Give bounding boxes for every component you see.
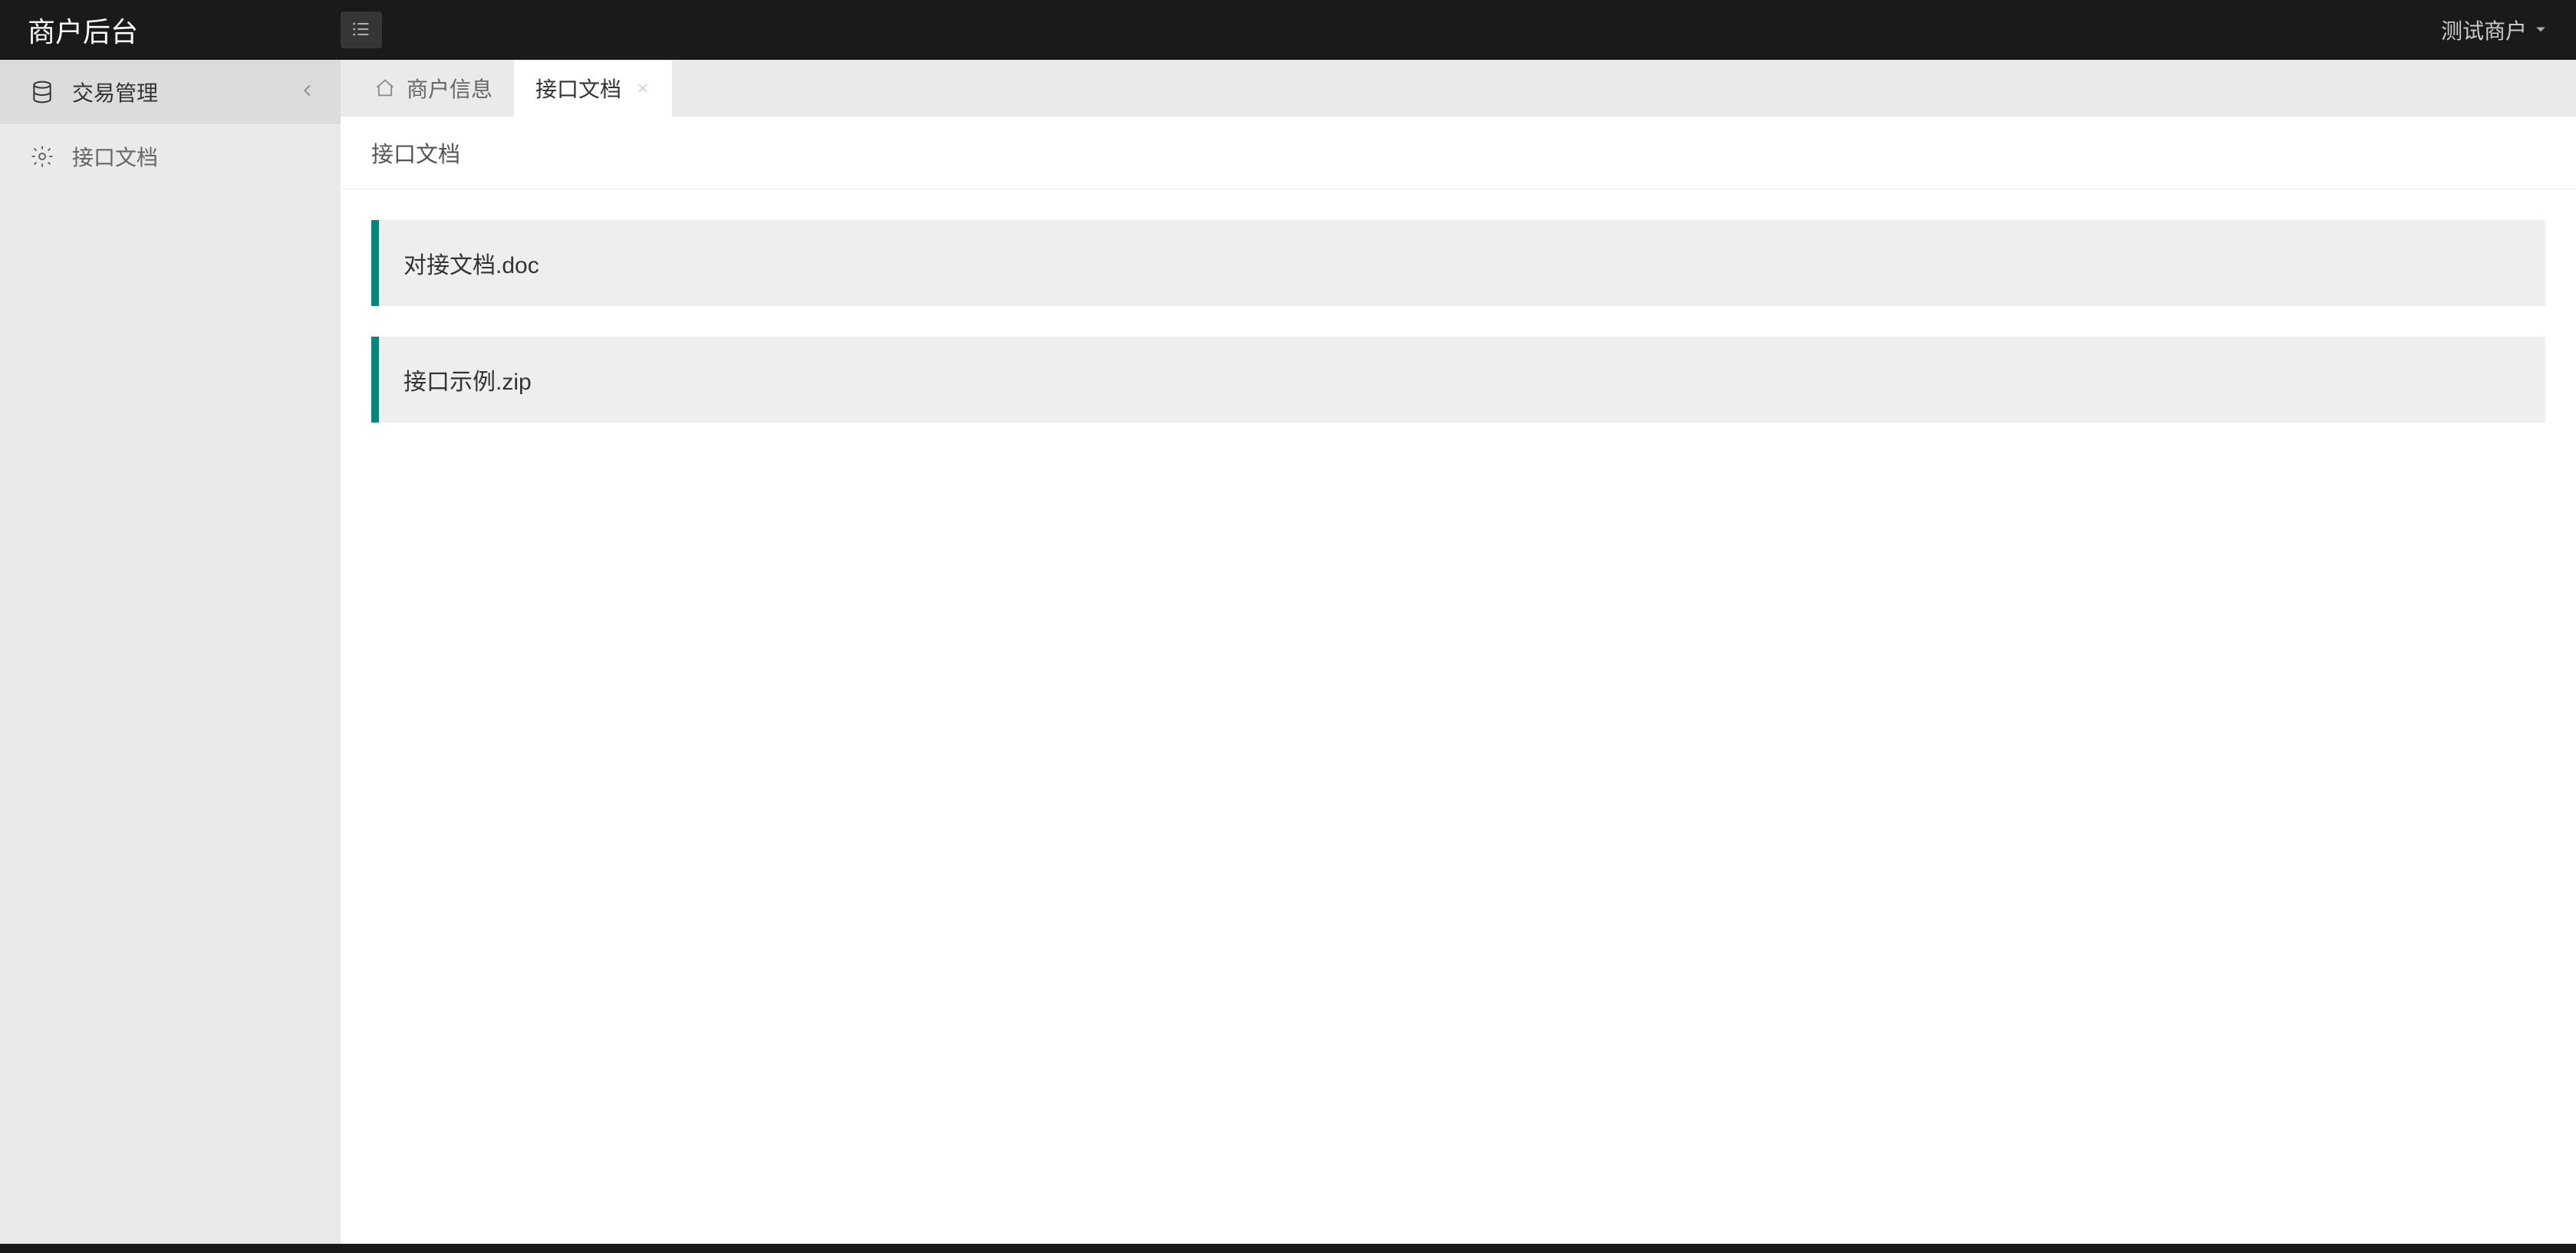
user-dropdown[interactable]: 测试商户 [2441, 15, 2548, 45]
sidebar-item-api-docs[interactable]: 接口文档 [0, 124, 341, 189]
sidebar-item-label: 接口文档 [72, 141, 316, 172]
tab-label: 商户信息 [407, 73, 492, 104]
file-item[interactable]: 对接文档.doc [371, 220, 2545, 306]
close-icon[interactable] [635, 81, 651, 96]
file-list: 对接文档.doc 接口示例.zip [341, 189, 2576, 484]
list-icon [351, 18, 372, 42]
tab-api-docs[interactable]: 接口文档 [514, 60, 672, 117]
main: 商户信息 接口文档 接口文档 对接文档.doc 接口示例.zip [341, 60, 2576, 1244]
header: 商户后台 测试商户 [0, 0, 2576, 60]
chevron-left-icon [299, 80, 316, 104]
caret-down-icon [2527, 18, 2548, 42]
sidebar-item-label: 交易管理 [72, 77, 299, 107]
file-item[interactable]: 接口示例.zip [371, 337, 2545, 423]
database-icon [29, 79, 55, 105]
tab-label: 接口文档 [535, 73, 621, 104]
footer-bar [0, 1244, 2576, 1253]
home-icon [374, 77, 396, 99]
tabs-bar: 商户信息 接口文档 [341, 60, 2576, 117]
container: 交易管理 接口文档 商户信息 接口文档 [0, 60, 2576, 1244]
page-title: 接口文档 [341, 117, 2576, 189]
brand-title: 商户后台 [0, 10, 341, 50]
menu-toggle-button[interactable] [341, 12, 382, 48]
sidebar-item-transaction[interactable]: 交易管理 [0, 60, 341, 124]
header-left: 商户后台 [0, 0, 382, 60]
user-label: 测试商户 [2441, 15, 2527, 45]
file-name: 接口示例.zip [404, 370, 532, 395]
tab-merchant-info[interactable]: 商户信息 [353, 60, 514, 117]
content: 接口文档 对接文档.doc 接口示例.zip [341, 117, 2576, 1244]
gear-icon [29, 143, 55, 169]
sidebar: 交易管理 接口文档 [0, 60, 341, 1244]
file-name: 对接文档.doc [404, 253, 539, 278]
